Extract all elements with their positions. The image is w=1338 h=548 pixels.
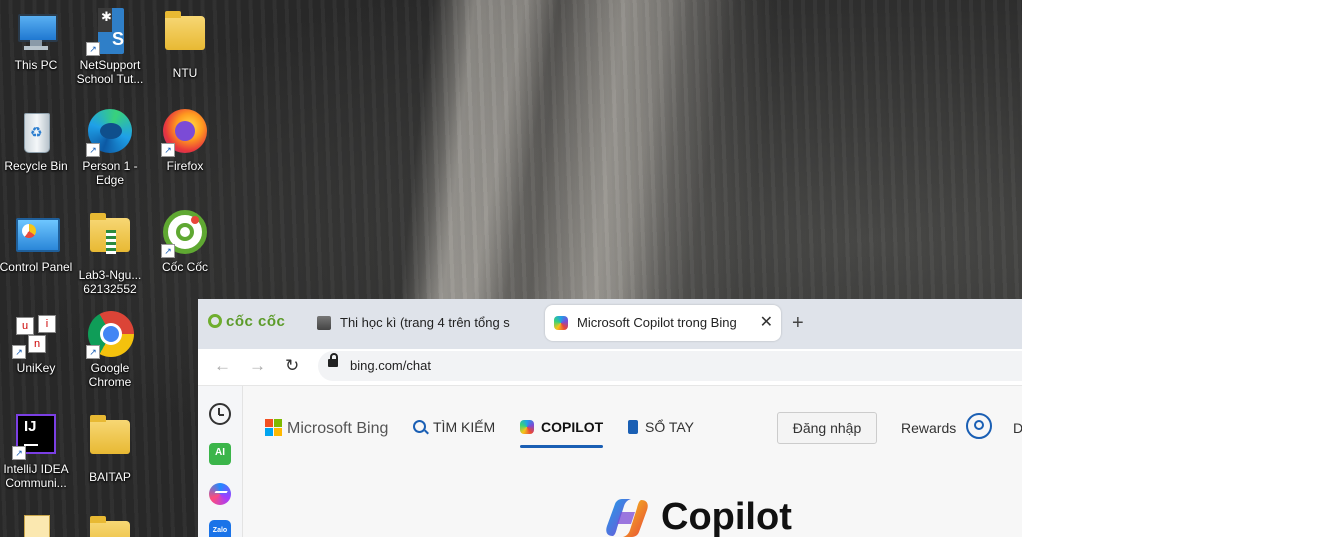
- netsupport-icon: ✱ S ↗: [86, 8, 134, 56]
- icon-label: Recycle Bin: [4, 159, 68, 173]
- search-icon: [413, 420, 429, 435]
- nav-tim-kiem[interactable]: TÌM KIẾM: [413, 419, 495, 435]
- url-text: bing.com/chat: [350, 358, 431, 373]
- folder-zip-icon: [86, 213, 134, 266]
- icon-label: IntelliJ IDEA Communi...: [3, 462, 69, 490]
- coccoc-shortcut[interactable]: ↗ Cốc Cốc: [148, 210, 222, 274]
- ms-logo-red: [265, 419, 273, 427]
- coccoc-logo-icon: [208, 314, 222, 328]
- shortcut-arrow-icon: ↗: [86, 42, 100, 56]
- back-button[interactable]: ←: [214, 357, 231, 375]
- address-bar[interactable]: bing.com/chat: [318, 351, 1022, 381]
- icon-label: This PC: [14, 58, 58, 72]
- history-icon[interactable]: [209, 403, 231, 425]
- control-panel-shortcut[interactable]: Control Panel: [0, 210, 73, 274]
- shortcut-arrow-icon: ↗: [86, 143, 100, 157]
- firefox-shortcut[interactable]: ↗ Firefox: [148, 109, 222, 173]
- edge-shortcut[interactable]: ↗ Person 1 - Edge: [73, 109, 147, 187]
- copilot-icon: [520, 420, 534, 434]
- coccoc-browser-window: cốc cốc Thi học kì (trang 4 trên tổng số…: [198, 299, 1022, 537]
- lock-icon[interactable]: [328, 353, 338, 367]
- shortcut-arrow-icon: ↗: [161, 143, 175, 157]
- icon-label: Lab3-Ngu... 62132552: [78, 268, 142, 296]
- tab-title: Microsoft Copilot trong Bing: [577, 315, 737, 330]
- chrome-icon: ↗: [86, 311, 134, 359]
- brand-text: cốc cốc: [226, 313, 286, 330]
- rewards-link[interactable]: Rewards: [901, 420, 956, 436]
- moodle-favicon-icon: [317, 316, 331, 330]
- tab-thi-hoc-ki[interactable]: Thi học kì (trang 4 trên tổng số 30: [308, 305, 540, 341]
- ntu-folder[interactable]: NTU: [148, 8, 222, 80]
- partial-shortcut[interactable]: [0, 513, 73, 537]
- tab-copilot[interactable]: Microsoft Copilot trong Bing ✕: [545, 305, 781, 341]
- nav-label: COPILOT: [541, 419, 604, 435]
- reload-button[interactable]: ↻: [285, 357, 299, 375]
- zalo-icon[interactable]: Zalo: [209, 520, 231, 537]
- icon-label: UniKey: [16, 361, 56, 375]
- shortcut-arrow-icon: ↗: [86, 345, 100, 359]
- coccoc-icon: ↗: [161, 210, 209, 258]
- new-tab-button[interactable]: +: [792, 312, 804, 334]
- active-tab-underline: [520, 445, 604, 448]
- icon-label: Google Chrome: [88, 361, 132, 389]
- rewards-medal-icon[interactable]: [966, 413, 992, 439]
- firefox-icon: ↗: [161, 109, 209, 157]
- shortcut-arrow-icon: ↗: [12, 345, 26, 359]
- bing-logo-text: Microsoft Bing: [287, 420, 389, 437]
- control-panel-icon: [12, 210, 60, 258]
- nav-label: SỔ TAY: [645, 419, 695, 435]
- shortcut-arrow-icon: ↗: [12, 446, 26, 460]
- this-pc-shortcut[interactable]: This PC: [0, 8, 73, 72]
- lab3-shortcut[interactable]: Lab3-Ngu... 62132552: [73, 210, 147, 296]
- copilot-title: Copilot: [661, 496, 792, 537]
- browser-sidebar: AI Zalo: [198, 386, 243, 537]
- forward-button[interactable]: →: [249, 357, 266, 375]
- close-tab-icon[interactable]: ✕: [760, 305, 773, 341]
- intellij-shortcut[interactable]: IJ ↗ IntelliJ IDEA Communi...: [0, 412, 73, 490]
- folder-icon: [86, 415, 134, 468]
- icon-label: BAITAP: [89, 470, 131, 484]
- netsupport-shortcut[interactable]: ✱ S ↗ NetSupport School Tut...: [73, 8, 147, 86]
- chrome-shortcut[interactable]: ↗ Google Chrome: [73, 311, 147, 389]
- ai-assistant-icon[interactable]: AI: [209, 443, 231, 465]
- ms-logo-yellow: [274, 428, 282, 436]
- icon-label: NTU: [172, 66, 198, 80]
- icon-label: Control Panel: [0, 260, 73, 274]
- icon-label: Firefox: [166, 159, 204, 173]
- icon-label: Person 1 - Edge: [82, 159, 138, 187]
- recycle-bin-icon: ♻: [12, 109, 60, 157]
- icon-label: Cốc Cốc: [161, 260, 208, 274]
- tab-bar: cốc cốc Thi học kì (trang 4 trên tổng số…: [198, 299, 1022, 349]
- edge-icon: ↗: [86, 109, 134, 157]
- document-icon: [12, 513, 60, 537]
- ms-logo-green: [274, 419, 282, 427]
- icon-label: NetSupport School Tut...: [76, 58, 144, 86]
- notebook-icon: [628, 420, 638, 434]
- tab-title: Thi học kì (trang 4 trên tổng số 30: [340, 315, 510, 330]
- nav-copilot[interactable]: COPILOT: [520, 419, 604, 448]
- bing-copilot-page: Microsoft Bing TÌM KIẾM COPILOT SỔ TAY Đ…: [243, 386, 1022, 537]
- browser-brand[interactable]: cốc cốc: [208, 313, 285, 330]
- baitap-folder[interactable]: BAITAP: [73, 412, 147, 484]
- folder-icon: [161, 11, 209, 64]
- login-button[interactable]: Đăng nhập: [777, 412, 877, 444]
- unikey-icon: u i n ↗: [12, 311, 60, 359]
- intellij-icon: IJ ↗: [12, 412, 60, 460]
- copilot-logo-icon: [605, 498, 649, 537]
- unikey-shortcut[interactable]: u i n ↗ UniKey: [0, 311, 73, 375]
- copilot-favicon-icon: [554, 316, 568, 330]
- nav-label: TÌM KIẾM: [433, 419, 496, 435]
- partial-folder[interactable]: [73, 513, 147, 537]
- pc-icon: [12, 8, 60, 56]
- folder-icon: [86, 516, 134, 537]
- truncated-menu-text[interactable]: D: [1013, 420, 1022, 436]
- recycle-bin-shortcut[interactable]: ♻ Recycle Bin: [0, 109, 73, 173]
- messenger-icon[interactable]: [209, 483, 231, 505]
- navigation-toolbar: ← → ↻ bing.com/chat: [198, 349, 1022, 386]
- nav-so-tay[interactable]: SỔ TAY: [628, 419, 694, 435]
- ms-logo-blue: [265, 428, 273, 436]
- shortcut-arrow-icon: ↗: [161, 244, 175, 258]
